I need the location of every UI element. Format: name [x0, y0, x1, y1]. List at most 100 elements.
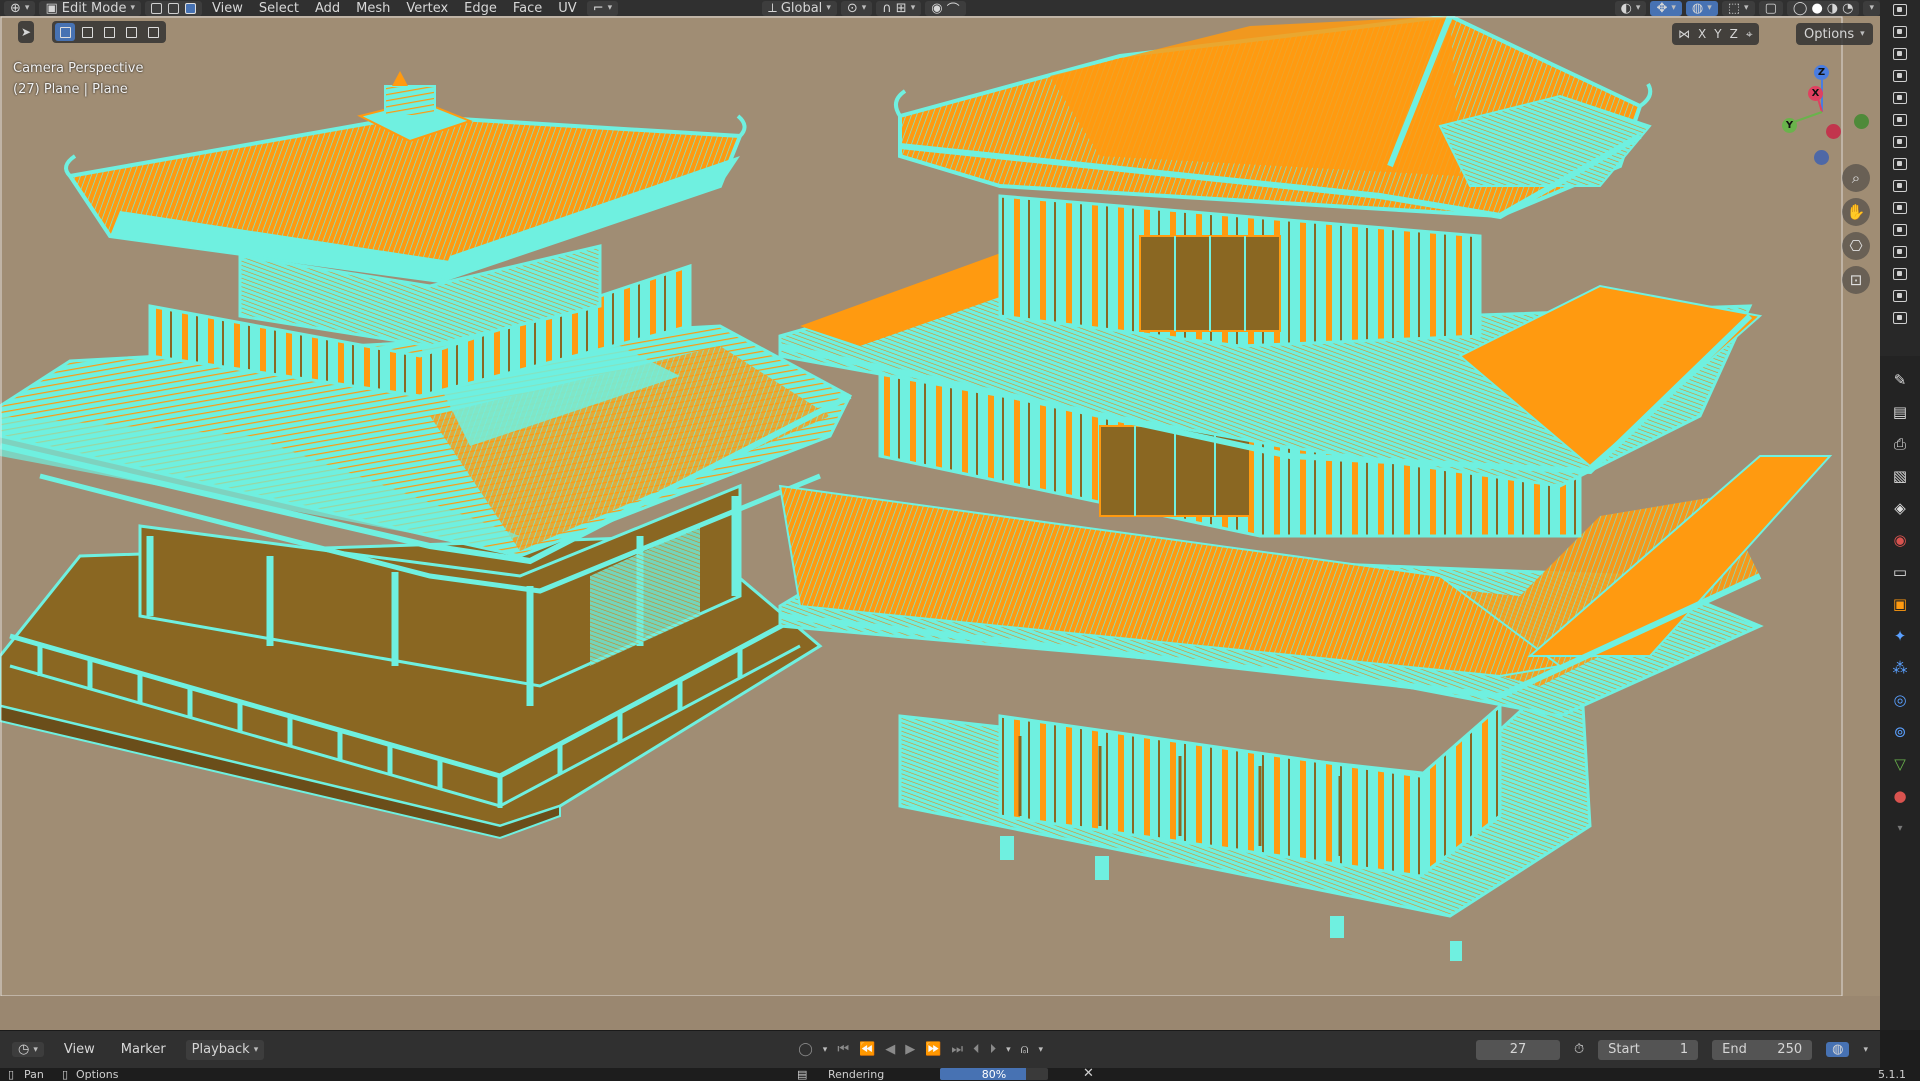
zoom-icon[interactable]: ⌕: [1842, 164, 1870, 192]
stopwatch-icon[interactable]: ⏱: [1574, 1042, 1584, 1057]
view-layer-icon[interactable]: ▧: [1887, 463, 1913, 489]
data-icon[interactable]: ▽: [1887, 751, 1913, 777]
render-icon[interactable]: ▤: [1887, 399, 1913, 425]
xray-button[interactable]: ▢: [1758, 0, 1783, 16]
chevron-down-icon[interactable]: ▾: [1038, 1045, 1043, 1055]
record-icon[interactable]: ◯: [798, 1042, 813, 1057]
camera-visibility-icon[interactable]: [1893, 202, 1907, 214]
timeline-menu-view[interactable]: View: [58, 1042, 101, 1058]
overlays-dropdown[interactable]: ◍ ▾: [1685, 0, 1718, 16]
menu-view[interactable]: View: [206, 0, 249, 16]
camera-visibility-icon[interactable]: [1893, 224, 1907, 236]
tool-icon[interactable]: ✎: [1887, 367, 1913, 393]
wireframe-shading-icon[interactable]: ◯: [1793, 1, 1808, 16]
next-marker-icon[interactable]: ⏵: [990, 1042, 997, 1057]
intersect-selection-button[interactable]: [143, 23, 163, 41]
timeline-editor-type-button[interactable]: ◷ ▾: [12, 1042, 44, 1057]
timeline-view-options[interactable]: ◍: [1826, 1042, 1850, 1057]
lock-icon[interactable]: ⊡: [1842, 266, 1870, 294]
orientation-dropdown[interactable]: ⟂ Global ▾: [762, 0, 837, 16]
options-dropdown[interactable]: Options ▾: [1796, 23, 1873, 45]
chevron-down-icon[interactable]: ▾: [1887, 815, 1913, 841]
camera-visibility-icon[interactable]: [1893, 92, 1907, 104]
3d-viewport[interactable]: ➤ Camera Perspective (27) Plane | Plane …: [0, 16, 1880, 1030]
keying-icon[interactable]: ⍝: [1021, 1042, 1029, 1057]
mode-dropdown[interactable]: ▣ Edit Mode ▾: [39, 0, 141, 16]
extend-selection-button[interactable]: [77, 23, 97, 41]
play-icon[interactable]: ▶: [905, 1042, 915, 1057]
prev-marker-icon[interactable]: ⏴: [973, 1042, 980, 1057]
prev-keyframe-icon[interactable]: ⏪: [859, 1042, 875, 1057]
jump-start-icon[interactable]: ⏮: [837, 1042, 849, 1057]
menu-add[interactable]: Add: [309, 0, 346, 16]
chevron-down-icon[interactable]: ▾: [1863, 1045, 1868, 1055]
camera-visibility-icon[interactable]: [1893, 180, 1907, 192]
face-select-icon[interactable]: [185, 2, 196, 14]
camera-icon[interactable]: ⎔: [1842, 232, 1870, 260]
gizmo-dropdown[interactable]: ✥ ▾: [1650, 0, 1682, 16]
set-new-selection-button[interactable]: [55, 23, 75, 41]
camera-visibility-icon[interactable]: [1893, 136, 1907, 148]
menu-mesh[interactable]: Mesh: [350, 0, 396, 16]
gizmo-z-axis[interactable]: Z: [1814, 65, 1829, 80]
camera-visibility-icon[interactable]: [1893, 48, 1907, 60]
proportional-edit-button[interactable]: ◉ ⌒: [925, 0, 966, 18]
gizmo-neg-x-axis[interactable]: [1826, 124, 1841, 139]
end-frame-field[interactable]: End 250: [1712, 1039, 1813, 1060]
gizmo-y-axis[interactable]: Y: [1782, 118, 1797, 133]
symmetry-z-toggle[interactable]: Z: [1730, 27, 1738, 41]
symmetry-y-toggle[interactable]: Y: [1714, 27, 1721, 41]
camera-visibility-icon[interactable]: [1893, 114, 1907, 126]
gizmo-neg-z-axis[interactable]: [1814, 150, 1829, 165]
chevron-down-icon[interactable]: ▾: [1006, 1045, 1011, 1055]
scene-icon[interactable]: ◈: [1887, 495, 1913, 521]
camera-visibility-icon[interactable]: [1893, 268, 1907, 280]
camera-visibility-icon[interactable]: [1893, 70, 1907, 82]
restrict-icon[interactable]: [1893, 4, 1907, 16]
play-reverse-icon[interactable]: ◀: [885, 1042, 895, 1057]
rendered-shading-icon[interactable]: ◔: [1842, 1, 1853, 16]
object-icon[interactable]: ▣: [1887, 591, 1913, 617]
constraints-icon[interactable]: ⊚: [1887, 719, 1913, 745]
camera-visibility-icon[interactable]: [1893, 290, 1907, 302]
chevron-down-icon[interactable]: ▾: [823, 1045, 828, 1055]
cancel-job-icon[interactable]: ✕: [1083, 1066, 1094, 1081]
camera-visibility-icon[interactable]: [1893, 26, 1907, 38]
camera-visibility-icon[interactable]: [1893, 246, 1907, 258]
shading-options-dropdown[interactable]: ▾: [1863, 0, 1880, 16]
collection-icon[interactable]: ▭: [1887, 559, 1913, 585]
gizmo-x-axis[interactable]: X: [1808, 86, 1823, 101]
current-frame-field[interactable]: 27: [1475, 1039, 1560, 1060]
select-tool-button[interactable]: ➤: [18, 21, 35, 43]
next-keyframe-icon[interactable]: ⏩: [925, 1042, 941, 1057]
edge-select-icon[interactable]: [168, 2, 179, 14]
material-shading-icon[interactable]: ◑: [1827, 1, 1838, 16]
visibility-dropdown[interactable]: ◐ ▾: [1614, 0, 1647, 16]
uv-sync-button[interactable]: ⌐ ▾: [586, 0, 619, 16]
playback-dropdown[interactable]: Playback ▾: [185, 1039, 265, 1060]
timeline-menu-marker[interactable]: Marker: [115, 1042, 172, 1058]
vertex-select-icon[interactable]: [151, 2, 162, 14]
mesh-overlays-dropdown[interactable]: ⬚ ▾: [1721, 0, 1755, 16]
menu-edge[interactable]: Edge: [458, 0, 503, 16]
auto-merge-icon[interactable]: ⌖: [1746, 27, 1753, 42]
hand-icon[interactable]: ✋: [1842, 198, 1870, 226]
camera-visibility-icon[interactable]: [1893, 158, 1907, 170]
modifier-icon[interactable]: ✦: [1887, 623, 1913, 649]
pivot-dropdown[interactable]: ⊙ ▾: [840, 0, 873, 16]
menu-vertex[interactable]: Vertex: [400, 0, 454, 16]
subtract-selection-button[interactable]: [99, 23, 119, 41]
output-icon[interactable]: ⎙: [1887, 431, 1913, 457]
material-icon[interactable]: ●: [1887, 783, 1913, 809]
jump-end-icon[interactable]: ⏭: [951, 1042, 963, 1057]
menu-select[interactable]: Select: [253, 0, 305, 16]
start-frame-field[interactable]: Start 1: [1598, 1039, 1699, 1060]
menu-uv[interactable]: UV: [552, 0, 582, 16]
invert-selection-button[interactable]: [121, 23, 141, 41]
navigation-gizmo[interactable]: Z X Y: [1770, 60, 1869, 165]
camera-visibility-icon[interactable]: [1893, 312, 1907, 324]
particles-icon[interactable]: ⁂: [1887, 655, 1913, 681]
physics-icon[interactable]: ◎: [1887, 687, 1913, 713]
solid-shading-icon[interactable]: ●: [1811, 1, 1822, 16]
editor-type-button[interactable]: ⊕ ▾: [4, 0, 36, 16]
